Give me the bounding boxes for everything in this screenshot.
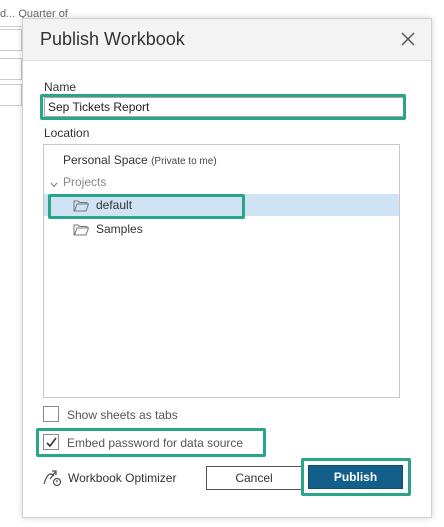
location-tree[interactable]: Personal Space (Private to me) Projects …	[43, 144, 400, 398]
projects-label: Projects	[63, 175, 107, 189]
show-sheets-checkbox[interactable]	[43, 406, 59, 422]
folder-default-label: default	[96, 198, 133, 212]
dialog-title: Publish Workbook	[40, 29, 185, 49]
publish-workbook-dialog: Publish Workbook Name Location Personal …	[22, 18, 432, 518]
background-cell	[0, 29, 22, 51]
embed-password-checkbox[interactable]	[43, 434, 59, 450]
tree-item-default[interactable]: default	[44, 194, 399, 216]
location-label: Location	[44, 126, 90, 140]
workbook-optimizer-label: Workbook Optimizer	[68, 471, 177, 485]
name-label: Name	[44, 80, 77, 94]
folder-icon	[73, 199, 90, 212]
tree-item-samples[interactable]: Samples	[44, 218, 399, 240]
workbook-name-input[interactable]	[44, 97, 404, 117]
cancel-button[interactable]: Cancel	[206, 466, 302, 490]
checkmark-icon	[46, 437, 57, 448]
folder-icon	[73, 223, 90, 236]
embed-password-label: Embed password for data source	[67, 436, 244, 450]
dialog-titlebar: Publish Workbook	[23, 19, 431, 61]
chevron-down-icon[interactable]	[50, 178, 58, 188]
background-cell	[0, 58, 22, 80]
show-sheets-label: Show sheets as tabs	[67, 408, 178, 422]
tree-item-personal-space[interactable]: Personal Space (Private to me)	[44, 149, 399, 171]
tree-item-projects[interactable]: Projects	[44, 171, 399, 193]
publish-button[interactable]: Publish	[308, 465, 403, 489]
personal-space-note: (Private to me)	[151, 156, 217, 167]
workbook-optimizer-icon	[42, 468, 64, 493]
folder-samples-label: Samples	[96, 222, 143, 236]
background-cell	[0, 84, 22, 106]
close-icon[interactable]	[399, 30, 417, 48]
personal-space-label: Personal Space	[63, 153, 148, 167]
